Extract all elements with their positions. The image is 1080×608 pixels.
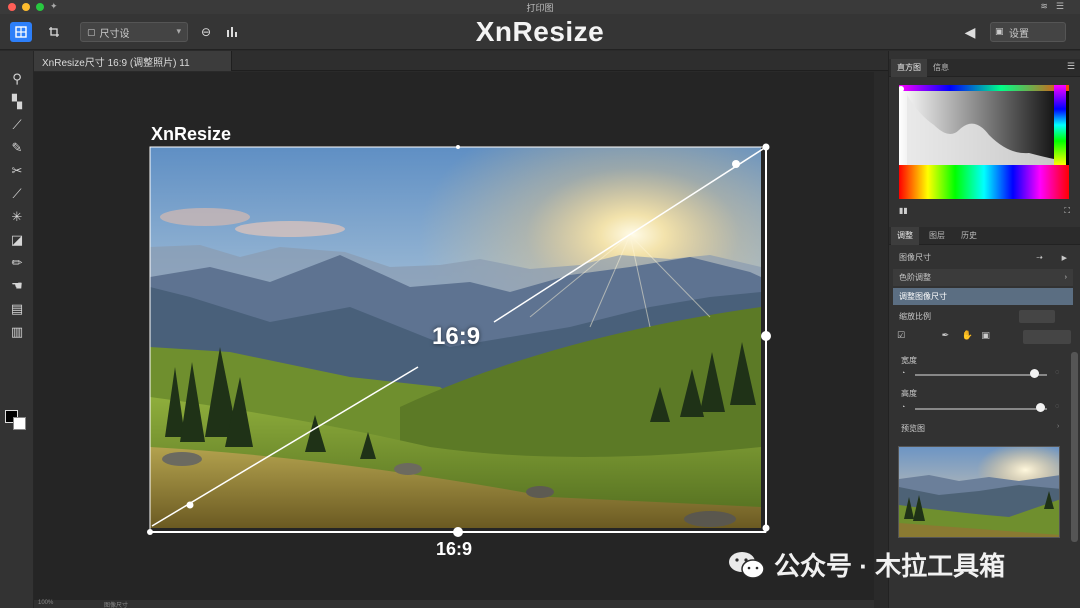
row-image-size-label: 图像尺寸	[899, 253, 931, 262]
status-bar: 100% 图像尺寸	[34, 600, 874, 608]
wechat-logo-icon	[728, 550, 766, 580]
magnify-icon[interactable]: ⚲	[8, 71, 26, 87]
control-center-icon[interactable]: ☰	[1056, 1, 1072, 11]
play-icon[interactable]: ▶	[1062, 254, 1067, 262]
slider-width-icon: ◔	[901, 370, 906, 377]
document-tab[interactable]: XnResize尺寸 16:9 (调整照片) 11	[34, 51, 232, 71]
window-title: 打印图	[526, 3, 554, 13]
histogram-channel-icon[interactable]: ▮▮	[899, 206, 908, 215]
watermark-text: 公众号 · 木拉工具箱	[774, 551, 1006, 581]
row-resize-image[interactable]: 调整图像尺寸	[893, 288, 1073, 305]
panel-menu-icon[interactable]: ☰	[1067, 61, 1075, 72]
window-icon: ▣	[995, 26, 1004, 36]
link-icon[interactable]: ⇢	[1036, 253, 1043, 262]
row-levels-label: 色阶调整	[899, 273, 931, 282]
document-tab-bar: XnResize尺寸 16:9 (调整照片) 11	[34, 51, 888, 71]
sparkle-icon[interactable]: ✳	[8, 209, 26, 225]
slider-width-track[interactable]	[915, 374, 1047, 376]
settings-dropdown[interactable]: ▣ 设置	[990, 22, 1066, 42]
row-scale[interactable]: 缩放比例	[893, 308, 1073, 325]
select-icon[interactable]: ▚	[8, 94, 26, 110]
preview-thumbnail[interactable]	[898, 446, 1060, 538]
slider-height-track[interactable]	[915, 408, 1047, 410]
slider-width-knob[interactable]	[1029, 369, 1039, 378]
window-controls: ≋☰	[1040, 1, 1072, 12]
preview-chevron-icon: ›	[1057, 423, 1060, 430]
camera-icon[interactable]: ▣	[981, 330, 990, 340]
row-scale-label: 缩放比例	[899, 312, 931, 321]
eraser-icon[interactable]: ◪	[8, 232, 26, 248]
tool-palette: ⚲ ▚ ⟋ ✎ ✂ ⟋ ✳ ◪ ✏ ☚ ▤ ▥	[0, 51, 34, 608]
histogram-tabs: 直方图 信息 ☰	[889, 59, 1080, 77]
wand-icon[interactable]: ⟋	[8, 186, 26, 202]
histogram-expand-icon[interactable]: ⛶	[1064, 206, 1070, 216]
watermark: 公众号 · 木拉工具箱	[728, 546, 1005, 583]
tab-adjust[interactable]: 调整	[891, 227, 919, 245]
window-title-bar: ✦ 打印图 ≋☰	[0, 0, 1080, 14]
hand-icon[interactable]: ✋	[962, 330, 973, 340]
status-text: 图像尺寸	[104, 603, 129, 608]
chevron-right-icon: ›	[1064, 274, 1067, 281]
histogram-chart	[899, 85, 1069, 199]
main-toolbar: ▢ 尺寸设 ▾ ⊖ XnResize ◀ ▣ 设置	[0, 14, 1080, 50]
canvas-label: XnResize	[151, 124, 232, 144]
stamp-icon[interactable]: ▤	[8, 301, 26, 317]
mode-select[interactable]	[1023, 330, 1071, 344]
pen-icon[interactable]: ✎	[8, 140, 26, 156]
row-image-size[interactable]: 图像尺寸 ⇢ ▶	[893, 249, 1073, 266]
slider-height-icon: ◔	[901, 404, 906, 411]
back-arrow-icon[interactable]: ◀	[960, 22, 980, 42]
eyedropper-icon[interactable]: ✒	[942, 330, 950, 340]
checkbox-icon[interactable]: ☑	[897, 330, 905, 340]
adjust-icon-row: ☑ ✒ ✋ ▣	[897, 330, 1073, 346]
tab-info[interactable]: 信息	[927, 59, 955, 77]
app-title: XnResize	[475, 16, 605, 47]
crop-tool-icon[interactable]: ✂	[8, 163, 26, 179]
lock-toggle[interactable]	[1019, 310, 1055, 323]
smudge-icon[interactable]: ☚	[8, 278, 26, 294]
tab-histogram[interactable]: 直方图	[891, 59, 927, 77]
settings-dropdown-value: 设置	[1009, 28, 1029, 40]
adjust-tabs: 调整 图层 历史	[889, 227, 1080, 245]
preview-section-label: 预览图	[901, 424, 925, 433]
row-levels[interactable]: 色阶调整 ›	[893, 269, 1073, 286]
slider-width-reset-icon[interactable]: ◌	[1055, 369, 1059, 376]
slider-height-reset-icon[interactable]: ◌	[1055, 403, 1059, 410]
brush-icon[interactable]: ⟋	[8, 117, 26, 133]
tab-layers[interactable]: 图层	[923, 227, 951, 245]
tab-history[interactable]: 历史	[955, 227, 983, 245]
slider-height-knob[interactable]	[1036, 403, 1046, 412]
zoom-readout: 100%	[38, 600, 54, 606]
layers-icon[interactable]: ▥	[8, 324, 26, 340]
aspect-ratio-label-bottom: 16:9	[436, 539, 473, 559]
right-panel-scrollbar[interactable]	[1071, 352, 1078, 542]
wifi-icon: ≋	[1040, 1, 1056, 11]
background-color-swatch[interactable]	[13, 417, 26, 430]
pencil-icon[interactable]: ✏	[8, 255, 26, 271]
slider-height-label: 高度	[901, 389, 917, 398]
slider-width-label: 宽度	[901, 356, 917, 365]
aspect-ratio-label-center: 16:9	[432, 323, 481, 350]
row-resize-image-label: 调整图像尺寸	[899, 292, 947, 301]
